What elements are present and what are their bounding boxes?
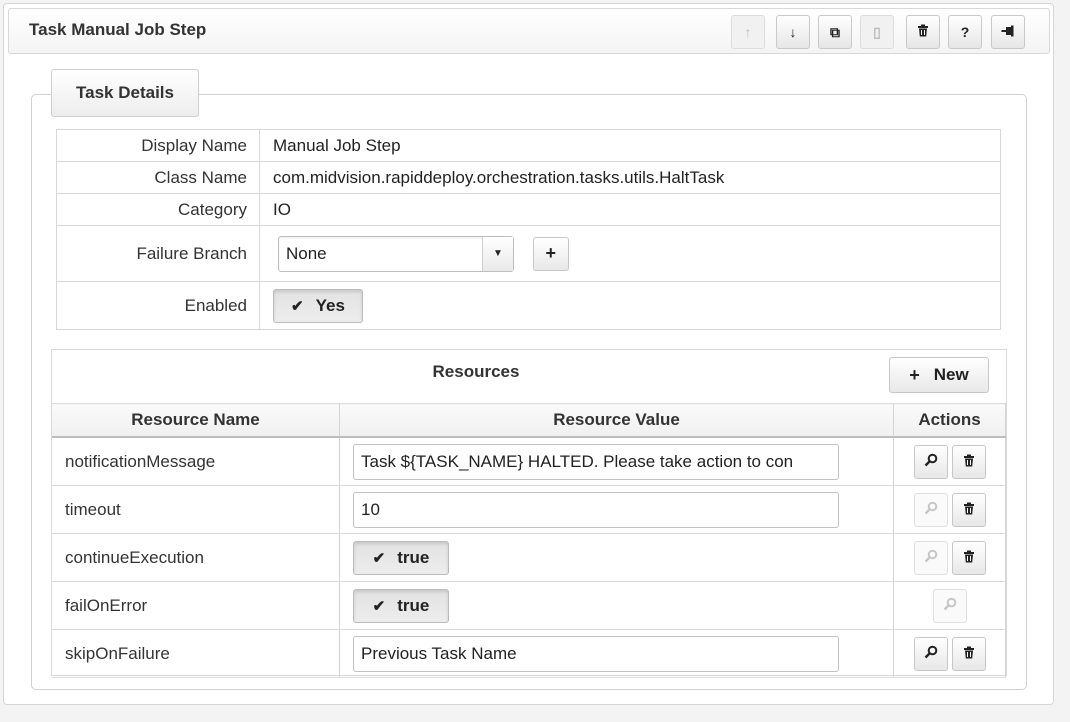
view-resource-button[interactable] bbox=[932, 588, 967, 623]
resource-name-cell: skipOnFailure bbox=[52, 629, 340, 678]
detail-row-category: Category IO bbox=[56, 193, 1001, 226]
table-row: continueExecution ✔ true bbox=[52, 533, 1006, 582]
resource-actions-cell bbox=[893, 581, 1006, 630]
copy-button[interactable]: ⧉ bbox=[818, 15, 852, 49]
class-name-value: com.midvision.rapiddeploy.orchestration.… bbox=[259, 161, 1001, 194]
detail-row-failure-branch: Failure Branch None ▼ + bbox=[56, 225, 1001, 282]
resources-title: Resources bbox=[432, 362, 520, 381]
detail-row-display-name: Display Name Manual Job Step bbox=[56, 129, 1001, 162]
resource-value-cell: ✔ true bbox=[339, 581, 894, 630]
magnifier-icon bbox=[924, 644, 938, 664]
resource-actions-cell bbox=[893, 485, 1006, 534]
pin-button[interactable] bbox=[991, 15, 1025, 49]
help-button[interactable]: ? bbox=[948, 15, 982, 49]
magnifier-icon bbox=[943, 596, 957, 616]
enabled-toggle[interactable]: ✔ Yes bbox=[273, 288, 363, 323]
table-row: notificationMessage Task ${TASK_NAME} HAL… bbox=[52, 437, 1006, 486]
resource-value-cell: Task ${TASK_NAME} HALTED. Please take ac… bbox=[339, 437, 894, 486]
table-row: timeout 10 bbox=[52, 485, 1006, 534]
resource-value-cell: 10 bbox=[339, 485, 894, 534]
trash-icon bbox=[963, 644, 975, 664]
page-title: Task Manual Job Step bbox=[29, 20, 207, 39]
failure-branch-selected: None bbox=[286, 243, 327, 263]
task-details-table: Display Name Manual Job Step Class Name … bbox=[56, 129, 1001, 330]
pin-icon bbox=[1001, 24, 1015, 40]
resource-name-cell: continueExecution bbox=[52, 533, 340, 582]
resource-name-cell: notificationMessage bbox=[52, 437, 340, 486]
view-resource-button[interactable] bbox=[913, 540, 948, 575]
resources-body: notificationMessage Task ${TASK_NAME} HAL… bbox=[52, 437, 1006, 678]
plus-icon: + bbox=[909, 364, 920, 385]
help-icon: ? bbox=[960, 24, 970, 40]
table-row: failOnError ✔ true bbox=[52, 581, 1006, 630]
new-resource-label: New bbox=[933, 365, 969, 384]
delete-icon bbox=[917, 24, 929, 40]
resource-value-toggle[interactable]: ✔ true bbox=[353, 540, 449, 575]
column-header-resource-name[interactable]: Resource Name bbox=[52, 403, 340, 438]
resource-value-input[interactable]: Task ${TASK_NAME} HALTED. Please take ac… bbox=[353, 443, 839, 480]
detail-row-class-name: Class Name com.midvision.rapiddeploy.orc… bbox=[56, 161, 1001, 194]
view-resource-button[interactable] bbox=[913, 492, 948, 527]
view-resource-button[interactable] bbox=[913, 636, 948, 671]
delete-button[interactable] bbox=[906, 15, 940, 49]
detail-row-enabled: Enabled ✔ Yes bbox=[56, 281, 1001, 330]
class-name-label: Class Name bbox=[56, 161, 260, 194]
trash-icon bbox=[963, 452, 975, 472]
resource-name-cell: failOnError bbox=[52, 581, 340, 630]
trash-icon bbox=[963, 548, 975, 568]
new-resource-button[interactable]: + New bbox=[889, 357, 989, 393]
resource-actions-cell bbox=[893, 533, 1006, 582]
category-value: IO bbox=[259, 193, 1001, 226]
resource-value-cell: ✔ true bbox=[339, 533, 894, 582]
resources-section: Resources + New Resource Name Resource V… bbox=[51, 349, 1007, 678]
copy-icon: ⧉ bbox=[830, 23, 840, 40]
magnifier-icon bbox=[924, 500, 938, 520]
chevron-down-icon[interactable]: ▼ bbox=[482, 236, 513, 271]
delete-resource-button[interactable] bbox=[951, 636, 986, 671]
column-header-actions: Actions bbox=[893, 403, 1006, 438]
delete-resource-button[interactable] bbox=[951, 540, 986, 575]
paste-icon: ▯ bbox=[873, 23, 881, 40]
resource-value-toggle-label: true bbox=[397, 595, 430, 615]
resource-actions-cell bbox=[893, 437, 1006, 486]
task-details-tab[interactable]: Task Details bbox=[51, 69, 199, 117]
display-name-label: Display Name bbox=[56, 129, 260, 162]
view-resource-button[interactable] bbox=[913, 444, 948, 479]
resource-value-cell: Previous Task Name bbox=[339, 629, 894, 678]
resource-value-toggle[interactable]: ✔ true bbox=[353, 588, 449, 623]
check-icon: ✔ bbox=[372, 597, 386, 615]
resource-value-toggle-label: true bbox=[397, 547, 430, 567]
delete-resource-button[interactable] bbox=[951, 492, 986, 527]
move-up-button[interactable]: ↑ bbox=[731, 15, 765, 49]
paste-button[interactable]: ▯ bbox=[860, 15, 894, 49]
trash-icon bbox=[963, 500, 975, 520]
resource-actions-cell bbox=[893, 629, 1006, 678]
resource-value-input[interactable]: 10 bbox=[353, 491, 839, 528]
move-down-button[interactable]: ↓ bbox=[776, 15, 810, 49]
enabled-label: Enabled bbox=[56, 281, 260, 330]
failure-branch-select[interactable]: None ▼ bbox=[278, 235, 514, 272]
resources-table: Resource Name Resource Value Actions not… bbox=[52, 403, 1006, 678]
failure-branch-label: Failure Branch bbox=[56, 225, 260, 282]
check-icon: ✔ bbox=[291, 297, 304, 315]
move-up-icon: ↑ bbox=[744, 24, 752, 40]
magnifier-icon bbox=[924, 452, 938, 472]
add-failure-branch-button[interactable]: + bbox=[532, 236, 569, 271]
category-label: Category bbox=[56, 193, 260, 226]
enabled-toggle-label: Yes bbox=[315, 295, 345, 315]
display-name-value: Manual Job Step bbox=[259, 129, 1001, 162]
check-icon: ✔ bbox=[372, 549, 386, 567]
delete-resource-button[interactable] bbox=[951, 444, 986, 479]
failure-branch-cell: None ▼ + bbox=[259, 225, 1001, 282]
resources-header-row: Resource Name Resource Value Actions bbox=[52, 403, 1006, 438]
column-header-resource-value[interactable]: Resource Value bbox=[339, 403, 894, 438]
table-row: skipOnFailure Previous Task Name bbox=[52, 629, 1006, 678]
enabled-cell: ✔ Yes bbox=[259, 281, 1001, 330]
resource-name-cell: timeout bbox=[52, 485, 340, 534]
magnifier-icon bbox=[924, 548, 938, 568]
move-down-icon: ↓ bbox=[789, 24, 797, 40]
resource-value-input[interactable]: Previous Task Name bbox=[353, 635, 839, 672]
